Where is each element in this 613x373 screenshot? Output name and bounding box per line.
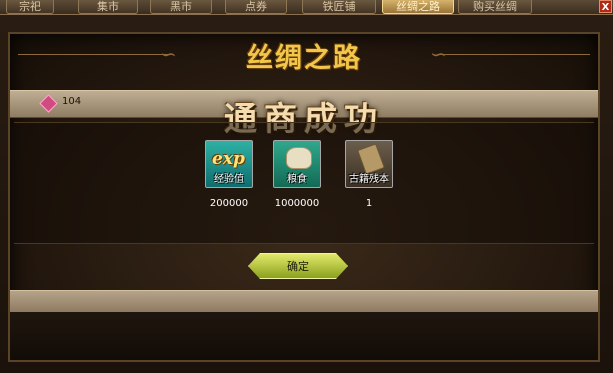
reward-item-grain[interactable]: 粮食: [273, 140, 321, 188]
reward-name: 古籍残本: [349, 174, 389, 185]
bottom-panel: [10, 312, 598, 360]
bottom-parchment-bar: [10, 290, 598, 314]
close-button[interactable]: X: [599, 0, 612, 13]
reward-count: 1: [365, 198, 373, 209]
tab-blacksmith[interactable]: 铁匠铺: [302, 0, 376, 14]
confirm-button[interactable]: 确定: [248, 253, 348, 279]
tab-market[interactable]: 集市: [78, 0, 138, 14]
exp-icon: exp: [212, 149, 245, 169]
grain-sack-icon: [286, 147, 312, 169]
tab-silk-road[interactable]: 丝绸之路: [382, 0, 454, 14]
tab-black-market[interactable]: 黑市: [150, 0, 212, 14]
tab-ancestral[interactable]: 宗祀: [6, 0, 54, 14]
reward-item-exp[interactable]: exp 经验值: [205, 140, 253, 188]
reward-name: 经验值: [214, 174, 244, 185]
reward-name: 粮食: [287, 174, 307, 185]
silk-road-dialog: ∽ ∽ 丝绸之路 104 通商成功 exp 经验值 200000 粮食 1000…: [8, 32, 600, 362]
tab-buy-silk[interactable]: 购买丝绸: [458, 0, 532, 14]
dialog-title: 丝绸之路: [246, 43, 362, 74]
reward-item-ancient-book[interactable]: 古籍残本: [345, 140, 393, 188]
tab-coupons[interactable]: 点券: [225, 0, 287, 14]
reward-count: 1000000: [274, 198, 320, 209]
shop-tab-bar: 宗祀 集市 黑市 点券 铁匠铺 丝绸之路 购买丝绸 X: [0, 0, 613, 15]
game-window: 宗祀 集市 黑市 点券 铁匠铺 丝绸之路 购买丝绸 X ∽ ∽ 丝绸之路 104…: [0, 0, 613, 373]
